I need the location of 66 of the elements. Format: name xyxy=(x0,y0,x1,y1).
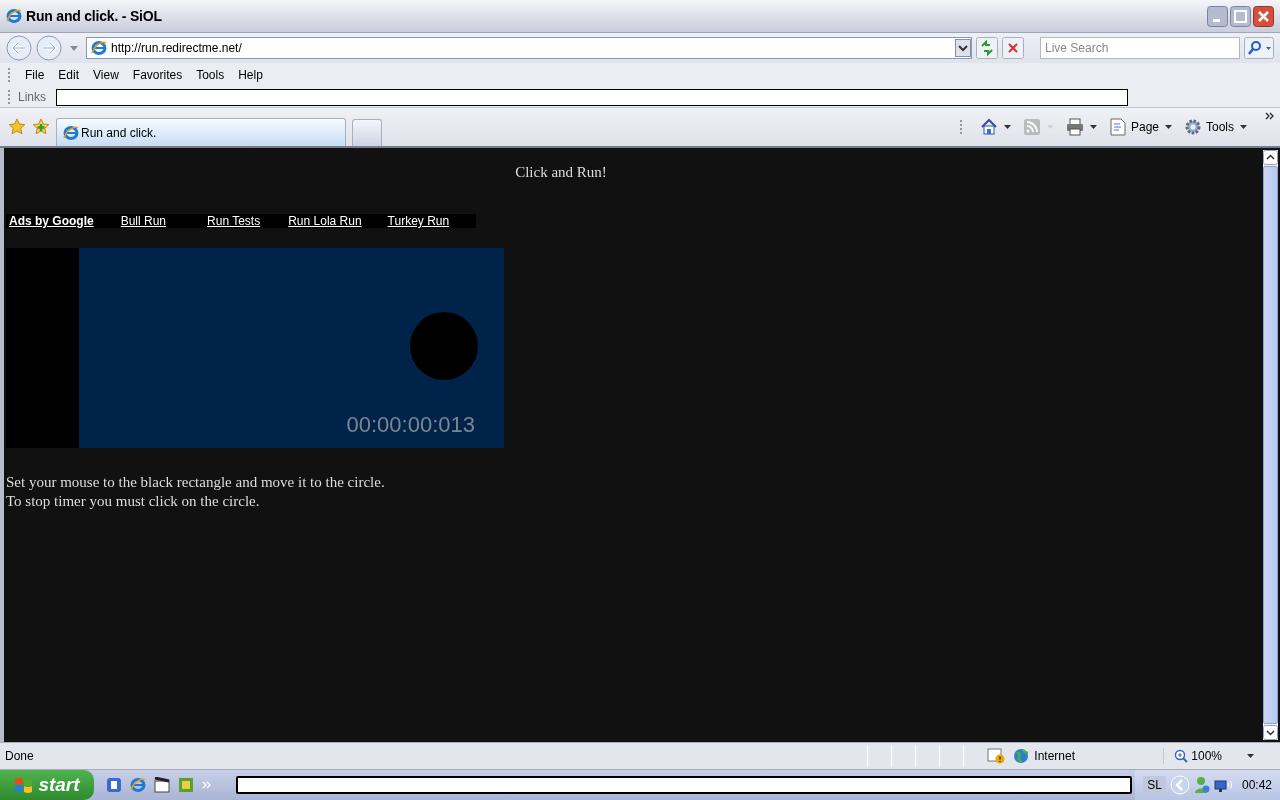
ads-link[interactable]: Ads by Google xyxy=(9,214,94,228)
add-favorite-icon[interactable] xyxy=(32,118,50,136)
menu-item[interactable]: File xyxy=(18,66,52,84)
instruction-text: Set your mouse to the black rectangle and move it to the circle. xyxy=(6,473,386,492)
links-label[interactable]: Links xyxy=(18,90,46,104)
chevron-icon[interactable] xyxy=(1265,112,1274,120)
tools-menu-button[interactable]: Tools xyxy=(1182,116,1249,138)
page-heading: Click and Run! xyxy=(514,164,608,181)
menu-item[interactable]: Help xyxy=(231,66,270,84)
search-field[interactable]: Live Search xyxy=(1040,37,1240,59)
ad-link[interactable]: Run Tests xyxy=(207,214,261,228)
app-icon[interactable] xyxy=(178,777,194,793)
forward-icon[interactable] xyxy=(36,35,62,61)
security-zone: Internet xyxy=(1034,749,1075,763)
caret-icon xyxy=(1247,754,1254,758)
caret-icon xyxy=(1003,125,1011,129)
media-icon[interactable] xyxy=(154,777,170,793)
ad-link[interactable]: Run Lola Run xyxy=(288,214,362,228)
new-tab-button[interactable] xyxy=(352,119,382,146)
ad-link[interactable]: Turkey Run xyxy=(387,214,450,228)
maximize-icon[interactable] xyxy=(1230,5,1251,27)
taskbar-toolbar-field[interactable] xyxy=(236,776,1132,794)
page-icon xyxy=(1108,118,1127,136)
scroll-up-icon[interactable] xyxy=(1263,150,1278,165)
browser-tab[interactable]: Run and click. xyxy=(56,118,346,146)
dropdown-icon[interactable] xyxy=(955,39,971,57)
ad-link[interactable]: Bull Run xyxy=(120,214,167,228)
globe-icon xyxy=(1013,748,1030,764)
zoom-icon xyxy=(1174,749,1189,763)
feed-icon xyxy=(1022,118,1041,136)
clock: 00:42 xyxy=(1241,778,1272,792)
page-icon xyxy=(91,40,107,56)
search-icon[interactable] xyxy=(1244,37,1274,59)
settings-icon xyxy=(1184,118,1202,136)
language-indicator[interactable]: SL xyxy=(1143,776,1166,794)
menu-item[interactable]: Favorites xyxy=(125,66,190,84)
zoom-control[interactable]: 100% xyxy=(1164,749,1280,763)
scroll-down-icon[interactable] xyxy=(1263,725,1278,740)
browser-icon xyxy=(6,8,22,24)
status-text: Done xyxy=(5,749,35,763)
back-icon[interactable] xyxy=(6,35,32,61)
expand-tray-icon[interactable] xyxy=(1169,775,1190,795)
instruction-text: To stop timer you must click on the circle. xyxy=(6,492,261,511)
favorites-star-icon[interactable] xyxy=(8,118,26,136)
browser-icon[interactable] xyxy=(130,777,146,793)
blocked-warning-icon xyxy=(987,748,1006,764)
page-menu-button[interactable]: Page xyxy=(1106,116,1174,138)
caret-icon xyxy=(1240,125,1247,129)
network-icon[interactable] xyxy=(1213,777,1232,793)
menu-item[interactable]: Edit xyxy=(51,66,87,84)
caret-icon xyxy=(1165,125,1172,129)
minimize-icon[interactable] xyxy=(1207,5,1228,27)
address-field[interactable]: http://run.redirectme.net/ xyxy=(86,37,972,59)
refresh-icon[interactable] xyxy=(976,37,998,59)
close-icon[interactable] xyxy=(1253,5,1274,27)
window-title: Run and click. - SiOL xyxy=(26,8,162,24)
app-icon[interactable] xyxy=(106,777,122,793)
stop-icon[interactable] xyxy=(1002,37,1024,59)
menu-item[interactable]: View xyxy=(86,66,126,84)
timer-display: 00:00:00:013 xyxy=(346,412,475,438)
page-icon xyxy=(63,124,79,141)
printer-icon xyxy=(1065,118,1084,136)
caret-icon xyxy=(1089,125,1097,129)
home-icon xyxy=(979,118,998,136)
menu-item[interactable]: Tools xyxy=(189,66,232,84)
windows-flag-icon xyxy=(14,776,35,794)
